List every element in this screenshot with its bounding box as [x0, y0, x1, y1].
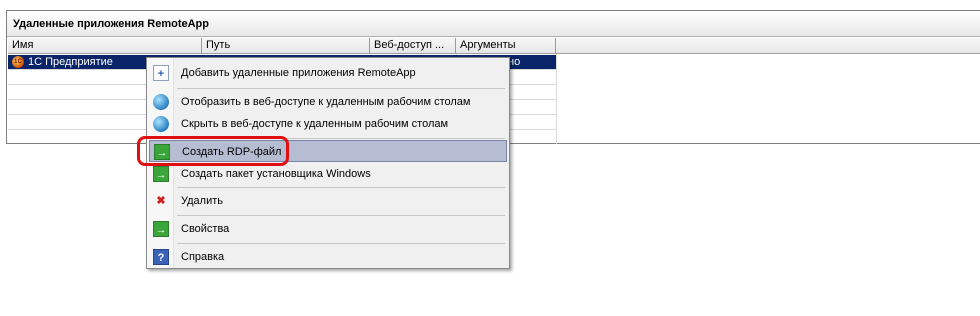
column-header-arguments[interactable]: Аргументы: [456, 38, 556, 53]
menu-item-label: Свойства: [181, 223, 230, 235]
menu-item-show-web-access[interactable]: Отобразить в веб-доступе к удаленным раб…: [149, 91, 507, 113]
add-app-icon: +: [153, 65, 169, 81]
menu-separator: [177, 88, 505, 89]
column-header-name[interactable]: Имя: [8, 38, 202, 53]
menu-item-label: Добавить удаленные приложения RemoteApp: [181, 67, 416, 79]
annotation-highlight-ring: [137, 136, 289, 166]
menu-item-label: Удалить: [181, 195, 223, 207]
menu-item-create-msi[interactable]: → Создать пакет установщика Windows: [149, 163, 507, 185]
menu-item-add-remoteapp[interactable]: + Добавить удаленные приложения RemoteAp…: [149, 62, 507, 84]
menu-item-label: Создать пакет установщика Windows: [181, 168, 371, 180]
menu-item-label: Скрыть в веб-доступе к удаленным рабочим…: [181, 118, 449, 130]
menu-item-properties[interactable]: → Свойства: [149, 218, 507, 240]
panel-title: Удаленные приложения RemoteApp: [7, 11, 980, 37]
app-1c-icon: 1C: [12, 56, 24, 68]
delete-icon: ✖: [156, 195, 166, 207]
globe-hide-icon: [153, 116, 169, 132]
column-header-path[interactable]: Путь: [202, 38, 370, 53]
row-name: 1С Предприятие: [28, 56, 113, 68]
menu-item-label: Отобразить в веб-доступе к удаленным раб…: [181, 96, 471, 108]
menu-separator: [177, 215, 505, 216]
column-header-web-access[interactable]: Веб-доступ ...: [370, 38, 456, 53]
menu-item-hide-web-access[interactable]: Скрыть в веб-доступе к удаленным рабочим…: [149, 113, 507, 135]
grid-header: Имя Путь Веб-доступ ... Аргументы: [8, 38, 980, 54]
menu-item-delete[interactable]: ✖ Удалить: [149, 190, 507, 212]
column-divider: [556, 54, 557, 144]
help-icon: ?: [153, 249, 169, 265]
menu-item-label: Справка: [181, 251, 225, 263]
menu-separator: [177, 187, 505, 188]
properties-icon: →: [153, 221, 169, 237]
menu-item-help[interactable]: ? Справка: [149, 246, 507, 268]
msi-package-icon: →: [153, 166, 169, 182]
menu-separator: [177, 243, 505, 244]
globe-show-icon: [153, 94, 169, 110]
